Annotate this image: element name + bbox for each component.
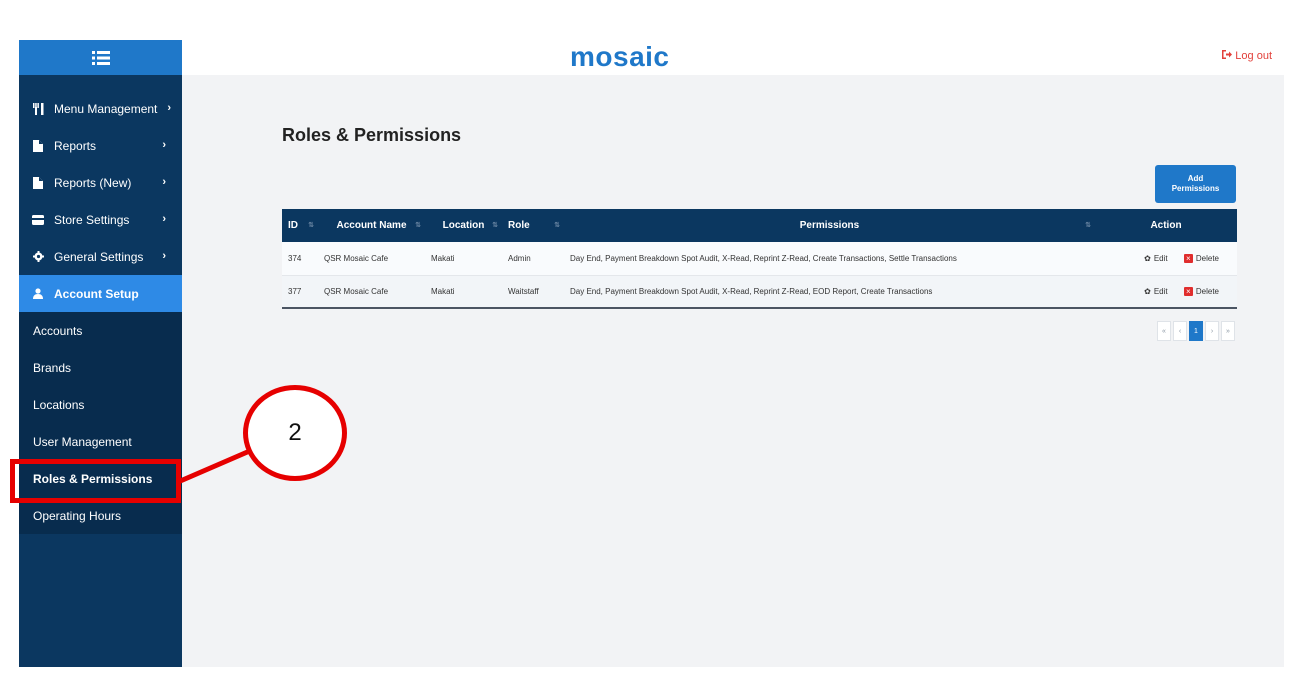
add-permissions-button[interactable]: Add Permissions: [1155, 165, 1236, 203]
roles-permissions-table: ID ⇅ Account Name ⇅ Location ⇅ Role ⇅ Permis…: [282, 209, 1237, 309]
page-title: Roles & Permissions: [282, 125, 462, 145]
cell-actions: ✿ Edit × Delete: [1095, 242, 1237, 275]
main-content: Roles & Permissions Add Permissions ID ⇅ …: [182, 75, 1284, 667]
user-icon: [31, 288, 45, 299]
sidebar-item-store-settings[interactable]: Store Settings ›: [19, 201, 182, 238]
cell-location: Makati: [431, 253, 455, 263]
utensils-icon: [31, 102, 45, 115]
sidebar-item-label: Account Setup: [54, 286, 139, 301]
cell-account-name: QSR Mosaic Cafe: [324, 253, 389, 263]
top-header: mosaic Log out: [182, 40, 1284, 75]
sort-icon: ⇅: [308, 222, 314, 229]
column-header-location[interactable]: Location ⇅: [425, 209, 502, 242]
sidebar-subitem-accounts[interactable]: Accounts: [19, 312, 182, 349]
gear-icon: ✿: [1144, 253, 1151, 263]
logout-label: Log out: [1235, 50, 1272, 62]
column-header-permissions[interactable]: Permissions ⇅: [564, 209, 1095, 242]
chevron-right-icon: ›: [162, 139, 166, 151]
column-header-role[interactable]: Role ⇅: [502, 209, 564, 242]
table-row: 377 QSR Mosaic Cafe Makati Waitstaff Day…: [282, 275, 1237, 308]
cell-permissions: Day End, Payment Breakdown Spot Audit, X…: [570, 253, 957, 263]
cell-id: 377: [288, 286, 302, 296]
page-last-button[interactable]: »: [1221, 321, 1235, 341]
sidebar-subitem-locations[interactable]: Locations: [19, 386, 182, 423]
app-window: Menu Management › Reports › Reports (New…: [19, 40, 1284, 667]
delete-icon: ×: [1183, 253, 1193, 263]
cell-permissions: Day End, Payment Breakdown Spot Audit, X…: [570, 286, 933, 296]
chevron-right-icon: ›: [162, 250, 166, 262]
annotation-step-number: 2: [243, 385, 347, 481]
sidebar-item-label: Reports: [54, 138, 97, 153]
delete-button[interactable]: × Delete: [1183, 253, 1219, 263]
page-first-button[interactable]: «: [1157, 321, 1171, 341]
add-permissions-label: Add Permissions: [1171, 174, 1220, 193]
cell-actions: ✿ Edit × Delete: [1095, 275, 1237, 308]
chevron-right-icon: ›: [162, 213, 166, 225]
edit-button[interactable]: ✿ Edit: [1144, 254, 1168, 263]
sidebar-subitem-brands[interactable]: Brands: [19, 349, 182, 386]
sidebar-item-reports[interactable]: Reports ›: [19, 127, 182, 164]
sidebar-menu: Menu Management › Reports › Reports (New…: [19, 90, 182, 312]
sort-icon: ⇅: [554, 222, 560, 229]
table-header-row: ID ⇅ Account Name ⇅ Location ⇅ Role ⇅ Permis…: [282, 209, 1237, 242]
column-header-action: Action: [1150, 220, 1182, 231]
sidebar-item-label: Reports (New): [54, 175, 132, 190]
delete-button[interactable]: × Delete: [1183, 286, 1219, 296]
sort-icon: ⇅: [492, 222, 498, 229]
sign-out-icon: [1222, 50, 1233, 62]
column-header-account-name[interactable]: Account Name ⇅: [318, 209, 425, 242]
sidebar-item-menu-management[interactable]: Menu Management ›: [19, 90, 182, 127]
sidebar-item-account-setup[interactable]: Account Setup: [19, 275, 182, 312]
card-icon: [31, 214, 45, 225]
delete-icon: ×: [1183, 286, 1193, 296]
cell-account-name: QSR Mosaic Cafe: [324, 286, 389, 296]
file-icon: [31, 176, 45, 189]
page-next-button[interactable]: ›: [1205, 321, 1219, 341]
cell-role: Waitstaff: [508, 286, 539, 296]
pagination: « ‹ 1 › »: [1157, 321, 1235, 341]
cell-location: Makati: [431, 286, 455, 296]
sidebar-item-label: General Settings: [54, 249, 144, 264]
edit-button[interactable]: ✿ Edit: [1144, 287, 1168, 296]
sidebar-item-label: Store Settings: [54, 212, 130, 227]
sort-icon: ⇅: [415, 222, 421, 229]
sidebar: Menu Management › Reports › Reports (New…: [19, 40, 182, 667]
column-header-id[interactable]: ID ⇅: [282, 209, 318, 242]
cell-id: 374: [288, 253, 302, 263]
page-current-button[interactable]: 1: [1189, 321, 1203, 341]
logout-link[interactable]: Log out: [1222, 50, 1272, 62]
file-icon: [31, 139, 45, 152]
gear-icon: [31, 251, 45, 262]
sidebar-item-label: Menu Management: [54, 101, 158, 116]
sort-icon: ⇅: [1085, 222, 1091, 229]
annotation-highlight-box: [10, 459, 181, 503]
sidebar-item-general-settings[interactable]: General Settings ›: [19, 238, 182, 275]
list-icon: [91, 50, 110, 66]
table-row: 374 QSR Mosaic Cafe Makati Admin Day End…: [282, 242, 1237, 275]
page-prev-button[interactable]: ‹: [1173, 321, 1187, 341]
mosaic-logo: mosaic: [570, 41, 670, 72]
chevron-right-icon: ›: [167, 102, 171, 114]
sidebar-item-reports-new[interactable]: Reports (New) ›: [19, 164, 182, 201]
gear-icon: ✿: [1144, 286, 1151, 296]
sidebar-toggle[interactable]: [19, 40, 182, 75]
chevron-right-icon: ›: [162, 176, 166, 188]
sidebar-subitem-user-management[interactable]: User Management: [19, 423, 182, 460]
cell-role: Admin: [508, 253, 531, 263]
